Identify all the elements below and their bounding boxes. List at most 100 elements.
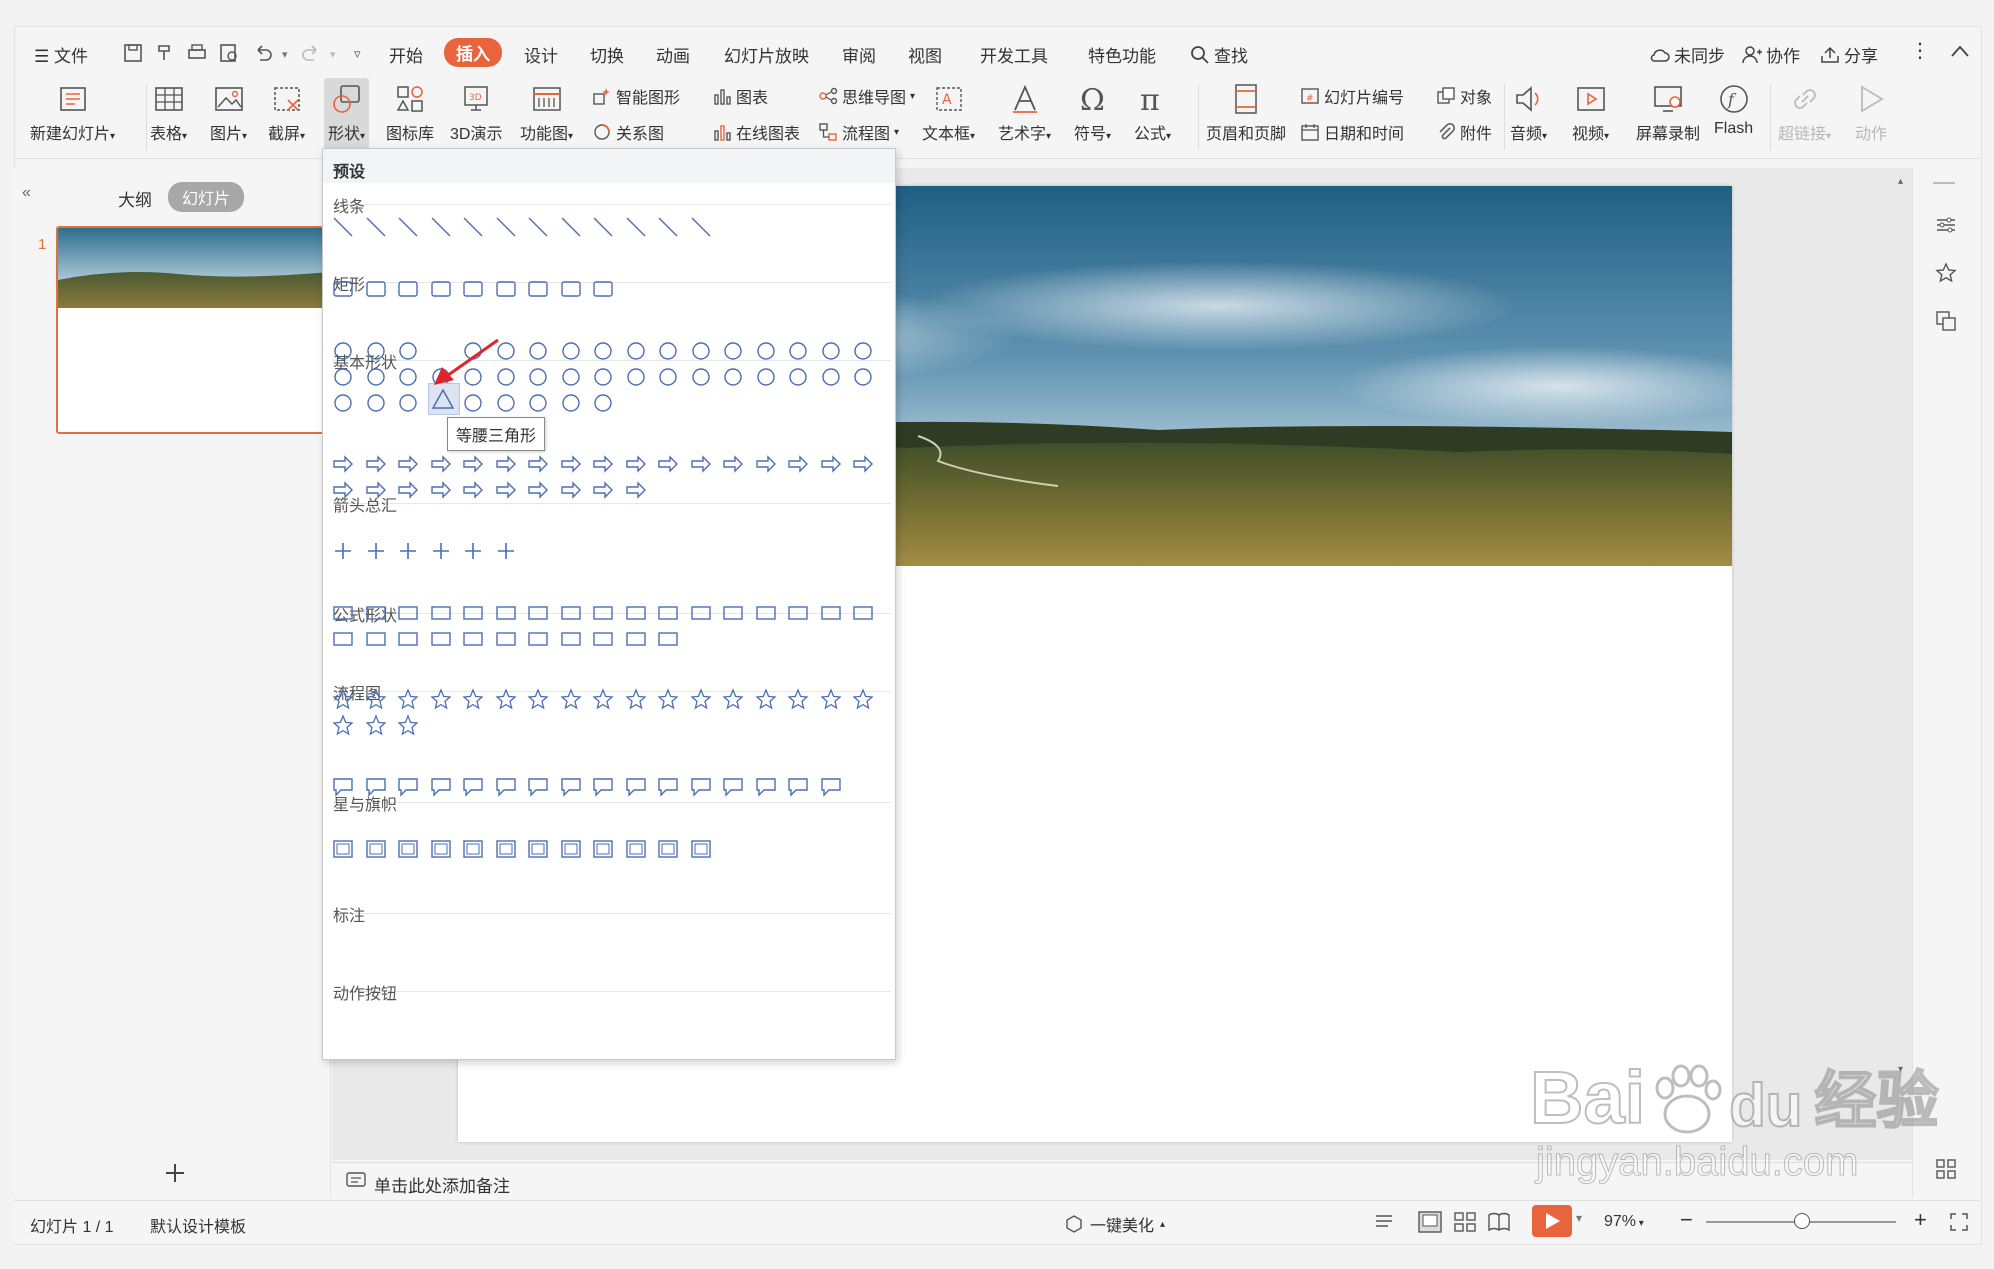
chart-button[interactable]: 图表 (712, 84, 768, 108)
basic-shape-option[interactable] (851, 339, 875, 363)
basic-shape-option[interactable] (364, 365, 388, 389)
star-shape-option[interactable] (331, 714, 355, 738)
undo-dropdown-icon[interactable]: ▾ (282, 48, 288, 61)
undo-icon[interactable] (252, 42, 274, 64)
arrow-shape-option[interactable] (624, 478, 648, 502)
arrow-shape-option[interactable] (364, 452, 388, 476)
slide-sorter-icon[interactable] (1454, 1212, 1476, 1232)
tab-design[interactable]: 设计 (524, 42, 558, 67)
arrow-shape-option[interactable] (494, 478, 518, 502)
callout-shape-option[interactable] (396, 775, 420, 799)
star-shape-option[interactable] (364, 688, 388, 712)
star-shape-option[interactable] (689, 688, 713, 712)
callout-shape-option[interactable] (819, 775, 843, 799)
star-shape-option[interactable] (559, 688, 583, 712)
line-shape-option[interactable] (331, 215, 355, 239)
star-shape-option[interactable] (364, 714, 388, 738)
add-slide-icon[interactable] (164, 1162, 186, 1184)
flow-shape-option[interactable] (624, 601, 648, 625)
slide-number-button[interactable]: # 幻灯片编号 (1300, 84, 1404, 108)
basic-shape-option[interactable] (559, 391, 583, 415)
format-painter-icon[interactable] (154, 42, 176, 64)
search-box[interactable]: 查找 (1190, 42, 1248, 67)
mind-map-button[interactable]: 思维导图 ▾ (818, 84, 915, 108)
eq-shape-option[interactable] (494, 539, 518, 563)
zoom-out-icon[interactable]: − (1680, 1207, 1693, 1233)
rect-shape-option[interactable] (364, 277, 388, 301)
eq-shape-option[interactable] (396, 539, 420, 563)
customize-toolbar-icon[interactable]: ▿ (354, 46, 361, 62)
flow-shape-option[interactable] (429, 627, 453, 651)
save-icon[interactable] (122, 42, 144, 64)
star-shape-option[interactable] (786, 688, 810, 712)
smart-art-button[interactable]: 智能图形 (592, 84, 680, 108)
flow-shape-option[interactable] (494, 601, 518, 625)
arrow-shape-option[interactable] (331, 478, 355, 502)
basic-shape-option[interactable] (591, 339, 615, 363)
rect-shape-option[interactable] (494, 277, 518, 301)
scroll-up-icon[interactable]: ▴ (1898, 176, 1903, 187)
star-shape-option[interactable] (396, 688, 420, 712)
basic-shape-option[interactable] (396, 365, 420, 389)
function-chart-button[interactable]: 功能图▾ (520, 82, 573, 144)
basic-shape-option[interactable] (689, 365, 713, 389)
basic-shape-option[interactable] (689, 339, 713, 363)
arrow-shape-option[interactable] (494, 452, 518, 476)
action-shape-option[interactable] (364, 837, 388, 861)
star-shape-option[interactable] (461, 688, 485, 712)
header-footer-button[interactable]: 页眉和页脚 (1206, 82, 1286, 144)
callout-shape-option[interactable] (331, 775, 355, 799)
line-shape-option[interactable] (364, 215, 388, 239)
arrow-shape-option[interactable] (331, 452, 355, 476)
screen-record-button[interactable]: 屏幕录制 (1636, 82, 1700, 144)
file-menu[interactable]: ☰ 文件 (34, 42, 88, 67)
arrow-shape-option[interactable] (364, 478, 388, 502)
arrow-shape-option[interactable] (429, 452, 453, 476)
zoom-slider-thumb[interactable] (1794, 1213, 1810, 1229)
arrow-shape-option[interactable] (624, 452, 648, 476)
basic-shape-option[interactable] (494, 391, 518, 415)
basic-shape-option[interactable] (364, 339, 388, 363)
basic-shape-option[interactable] (396, 391, 420, 415)
basic-shape-option[interactable] (656, 365, 680, 389)
flow-shape-option[interactable] (656, 601, 680, 625)
arrow-shape-option[interactable] (461, 478, 485, 502)
flow-shape-option[interactable] (721, 601, 745, 625)
basic-shape-option[interactable] (331, 391, 355, 415)
arrow-shape-option[interactable] (786, 452, 810, 476)
flow-shape-option[interactable] (819, 601, 843, 625)
flow-chart-button[interactable]: 流程图 ▾ (818, 120, 899, 144)
basic-shape-option[interactable] (591, 391, 615, 415)
more-options-icon[interactable]: ⋮ (1910, 38, 1930, 63)
action-shape-option[interactable] (429, 837, 453, 861)
flow-shape-option[interactable] (331, 627, 355, 651)
attachment-button[interactable]: 附件 (1436, 120, 1492, 144)
textbox-button[interactable]: A 文本框▾ (922, 82, 975, 144)
arrow-shape-option[interactable] (429, 478, 453, 502)
object-button[interactable]: 对象 (1436, 84, 1492, 108)
star-shape-option[interactable] (591, 688, 615, 712)
arrow-shape-option[interactable] (559, 478, 583, 502)
tab-slides[interactable]: 幻灯片 (168, 182, 245, 212)
arrow-shape-option[interactable] (591, 478, 615, 502)
callout-shape-option[interactable] (429, 775, 453, 799)
basic-shape-option[interactable] (754, 365, 778, 389)
basic-shape-option[interactable] (331, 365, 355, 389)
flow-shape-option[interactable] (591, 627, 615, 651)
action-shape-option[interactable] (396, 837, 420, 861)
rect-shape-option[interactable] (429, 277, 453, 301)
arrow-shape-option[interactable] (851, 452, 875, 476)
flow-shape-option[interactable] (689, 601, 713, 625)
arrow-shape-option[interactable] (656, 452, 680, 476)
line-shape-option[interactable] (461, 215, 485, 239)
flow-shape-option[interactable] (461, 601, 485, 625)
callout-shape-option[interactable] (689, 775, 713, 799)
line-shape-option[interactable] (591, 215, 615, 239)
3d-demo-button[interactable]: 3D 3D演示 (450, 82, 502, 144)
arrow-shape-option[interactable] (591, 452, 615, 476)
basic-shape-option[interactable] (819, 339, 843, 363)
line-shape-option[interactable] (494, 215, 518, 239)
basic-shape-option[interactable] (754, 339, 778, 363)
collapse-panel-icon[interactable]: « (22, 184, 31, 202)
print-icon[interactable] (186, 42, 208, 64)
